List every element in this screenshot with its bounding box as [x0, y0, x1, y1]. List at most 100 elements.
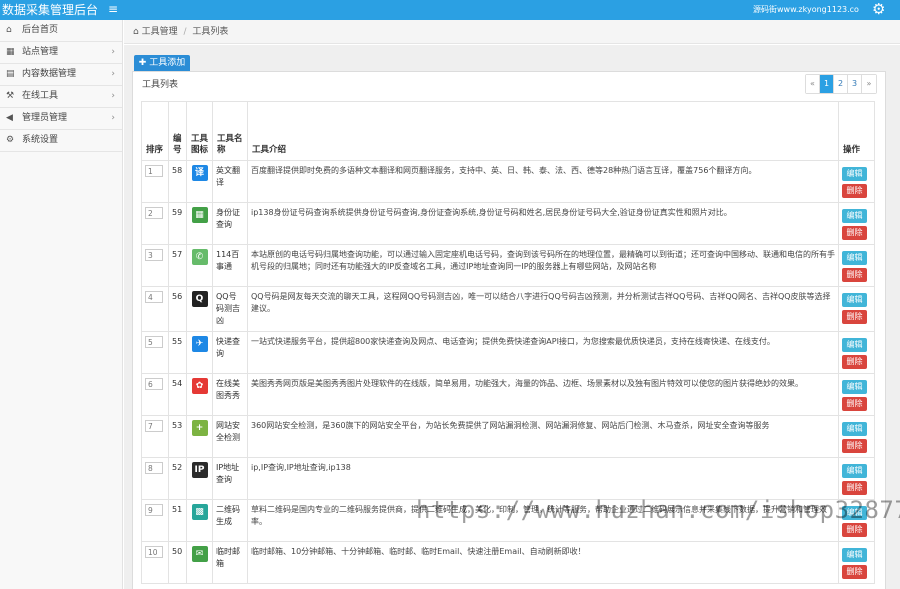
sort-order-input[interactable]: [145, 207, 163, 219]
sort-order-input[interactable]: [145, 291, 163, 303]
icon-cell: ✿: [186, 373, 213, 416]
delete-button[interactable]: 删除: [842, 397, 867, 411]
sidebar-item-label: 后台首页: [22, 25, 59, 35]
tool-intro: QQ号码是网友每天交流的聊天工具，这程网QQ号码测吉凶，唯一可以结合八字进行QQ…: [247, 286, 839, 332]
icon-cell: ✉: [186, 541, 213, 584]
sort-cell: [141, 457, 169, 500]
table-row: 56QQQ号码测吉凶QQ号码是网友每天交流的聊天工具，这程网QQ号码测吉凶，唯一…: [141, 286, 875, 332]
pagination-page-3[interactable]: 3: [848, 75, 862, 93]
edit-button[interactable]: 编辑: [842, 167, 867, 181]
chevron-right-icon: ›: [111, 91, 115, 101]
id-cell: 55: [168, 331, 187, 374]
tool-intro: 360网站安全检测，是360旗下的网站安全平台，为站长免费提供了网站漏洞检测、网…: [247, 415, 839, 458]
breadcrumb-separator: /: [183, 27, 187, 37]
delete-button[interactable]: 删除: [842, 226, 867, 240]
home-icon: ⌂: [6, 25, 12, 35]
sidebar-item-5[interactable]: ⚙ 系统设置: [0, 130, 122, 152]
sort-cell: [141, 415, 169, 458]
tool-intro: 美图秀秀网页版是美图秀秀图片处理软件的在线版，简单易用，功能强大，海量的饰品、边…: [247, 373, 839, 416]
pagination-page-1[interactable]: 1: [820, 75, 834, 93]
sort-order-input[interactable]: [145, 462, 163, 474]
id-cell: 53: [168, 415, 187, 458]
icon-cell: ▩: [186, 499, 213, 542]
delete-button[interactable]: 删除: [842, 565, 867, 579]
top-bar: 数据采集管理后台 ≡ 源码街www.zkyong1123.co ⚙: [0, 0, 900, 20]
wrench-icon: ⚒: [6, 91, 15, 101]
sidebar: ⌂ 后台首页 ▦ 站点管理 › ▤ 内容数据管理 › ⚒ 在线工具 › ◀ 管理员管理 › ⚙ 系统设置: [0, 20, 123, 589]
tool-intro: ip,IP查询,IP地址查询,ip138: [247, 457, 839, 500]
cog-icon: ⚙: [6, 135, 15, 145]
tool-icon: ✈: [191, 336, 208, 352]
pagination-page-2[interactable]: 2: [834, 75, 848, 93]
edit-button[interactable]: 编辑: [842, 380, 867, 394]
pagination-next[interactable]: »: [862, 75, 876, 93]
delete-button[interactable]: 删除: [842, 523, 867, 537]
table-row: 53+网站安全检测360网站安全检测，是360旗下的网站安全平台，为站长免费提供…: [141, 415, 875, 458]
actions-cell: 编辑 删除: [838, 499, 875, 542]
sidebar-item-2[interactable]: ▤ 内容数据管理 ›: [0, 64, 122, 86]
sort-order-input[interactable]: [145, 249, 163, 261]
edit-button[interactable]: 编辑: [842, 548, 867, 562]
icon-cell: ✈: [186, 331, 213, 374]
icon-cell: +: [186, 415, 213, 458]
sort-order-input[interactable]: [145, 165, 163, 177]
sort-order-input[interactable]: [145, 336, 163, 348]
edit-button[interactable]: 编辑: [842, 338, 867, 352]
delete-button[interactable]: 删除: [842, 355, 867, 369]
edit-button[interactable]: 编辑: [842, 464, 867, 478]
actions-cell: 编辑 删除: [838, 373, 875, 416]
tool-list-panel: 工具列表 «123» 排序 编号 工具图标 工具名称 工具介绍 操作 58译英文…: [132, 71, 886, 589]
sort-order-input[interactable]: [145, 546, 163, 558]
megaphone-icon: ◀: [6, 113, 13, 123]
sort-cell: [141, 541, 169, 584]
tool-icon: ▩: [191, 504, 208, 520]
edit-button[interactable]: 编辑: [842, 251, 867, 265]
edit-button[interactable]: 编辑: [842, 209, 867, 223]
sort-order-input[interactable]: [145, 504, 163, 516]
icon-cell: 译: [186, 160, 213, 203]
add-tool-label: 工具添加: [149, 58, 186, 68]
sidebar-item-3[interactable]: ⚒ 在线工具 ›: [0, 86, 122, 108]
table-row: 59▦身份证查询ip138身份证号码查询系统提供身份证号码查询,身份证查询系统,…: [141, 202, 875, 245]
table-row: 51▩二维码生成草料二维码是国内专业的二维码服务提供商，提供二维码生成，美化，印…: [141, 499, 875, 542]
delete-button[interactable]: 删除: [842, 310, 867, 324]
table-row: 55✈快递查询一站式快递服务平台，提供超800家快递查询及网点、电话查询；提供免…: [141, 331, 875, 374]
id-cell: 52: [168, 457, 187, 500]
tool-name: 身份证查询: [212, 202, 248, 245]
breadcrumb-home[interactable]: 工具管理: [142, 27, 178, 37]
add-tool-button[interactable]: ✚ 工具添加: [134, 55, 190, 71]
tool-intro: 临时邮箱、10分钟邮箱、十分钟邮箱、临时邮、临时Email、快速注册Email、…: [247, 541, 839, 584]
actions-cell: 编辑 删除: [838, 331, 875, 374]
sidebar-item-1[interactable]: ▦ 站点管理 ›: [0, 42, 122, 64]
pagination: «1 2 3»: [805, 74, 877, 94]
sort-order-input[interactable]: [145, 420, 163, 432]
delete-button[interactable]: 删除: [842, 439, 867, 453]
delete-button[interactable]: 删除: [842, 481, 867, 495]
col-header-id[interactable]: 编号: [168, 101, 187, 161]
delete-button[interactable]: 删除: [842, 184, 867, 198]
id-cell: 58: [168, 160, 187, 203]
breadcrumb-current: 工具列表: [192, 27, 229, 37]
edit-button[interactable]: 编辑: [842, 506, 867, 520]
sort-cell: [141, 202, 169, 245]
sidebar-item-4[interactable]: ◀ 管理员管理 ›: [0, 108, 122, 130]
sidebar-item-0[interactable]: ⌂ 后台首页: [0, 20, 122, 42]
actions-cell: 编辑 删除: [838, 457, 875, 500]
chevron-right-icon: ›: [111, 69, 115, 79]
hamburger-icon[interactable]: ≡: [108, 1, 118, 17]
gear-icon[interactable]: ⚙: [872, 0, 885, 18]
table-row: 58译英文翻译百度翻译提供即时免费的多语种文本翻译和网页翻译服务，支持中、英、日…: [141, 160, 875, 203]
col-header-sort[interactable]: 排序: [141, 101, 169, 161]
edit-button[interactable]: 编辑: [842, 422, 867, 436]
sidebar-item-label: 系统设置: [22, 135, 59, 145]
col-header-name[interactable]: 工具名称: [212, 101, 248, 161]
delete-button[interactable]: 删除: [842, 268, 867, 282]
sort-cell: [141, 331, 169, 374]
edit-button[interactable]: 编辑: [842, 293, 867, 307]
sort-order-input[interactable]: [145, 378, 163, 390]
source-link[interactable]: 源码街www.zkyong1123.co: [753, 4, 859, 15]
id-cell: 59: [168, 202, 187, 245]
pagination-prev[interactable]: «: [806, 75, 820, 93]
breadcrumb-home-icon[interactable]: ⌂: [133, 27, 139, 37]
document-icon: ▤: [6, 69, 15, 79]
